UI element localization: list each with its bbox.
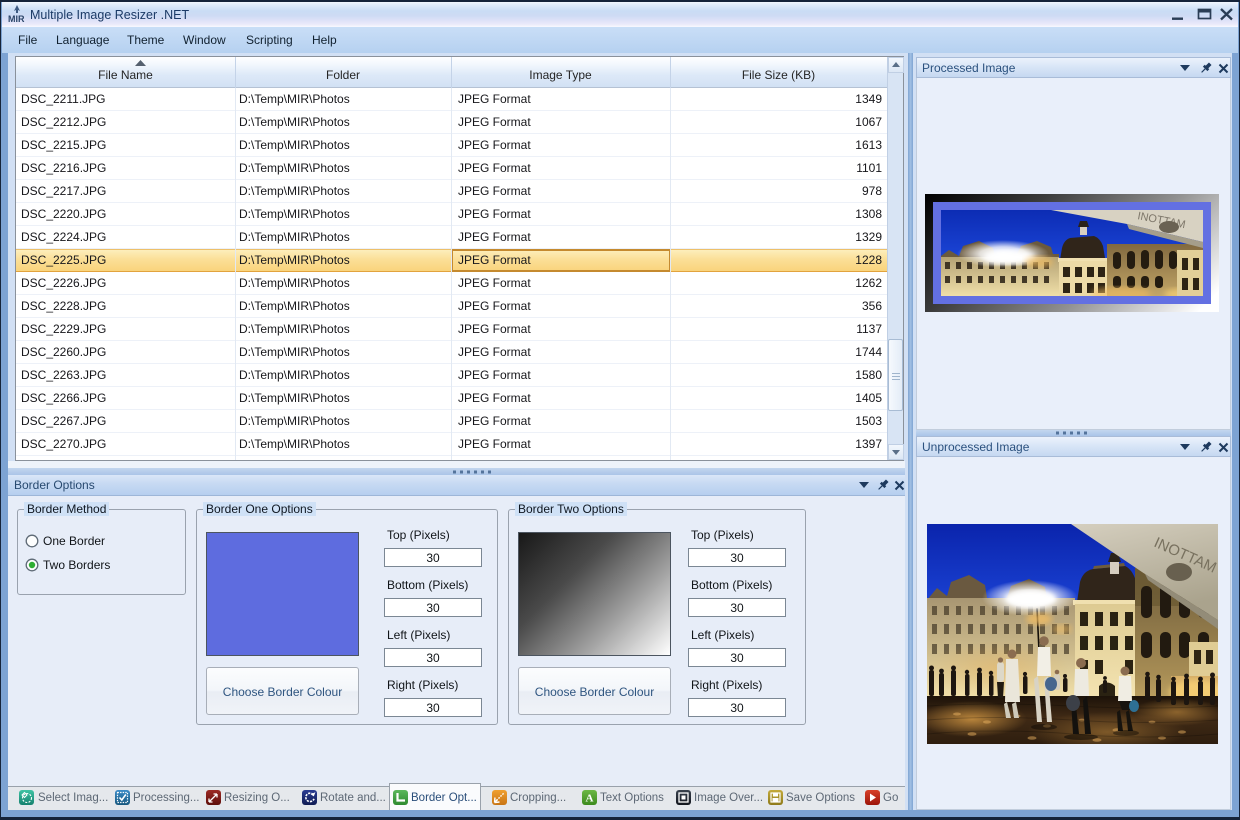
svg-text:A: A <box>586 793 594 805</box>
svg-text:MIR: MIR <box>8 14 25 24</box>
